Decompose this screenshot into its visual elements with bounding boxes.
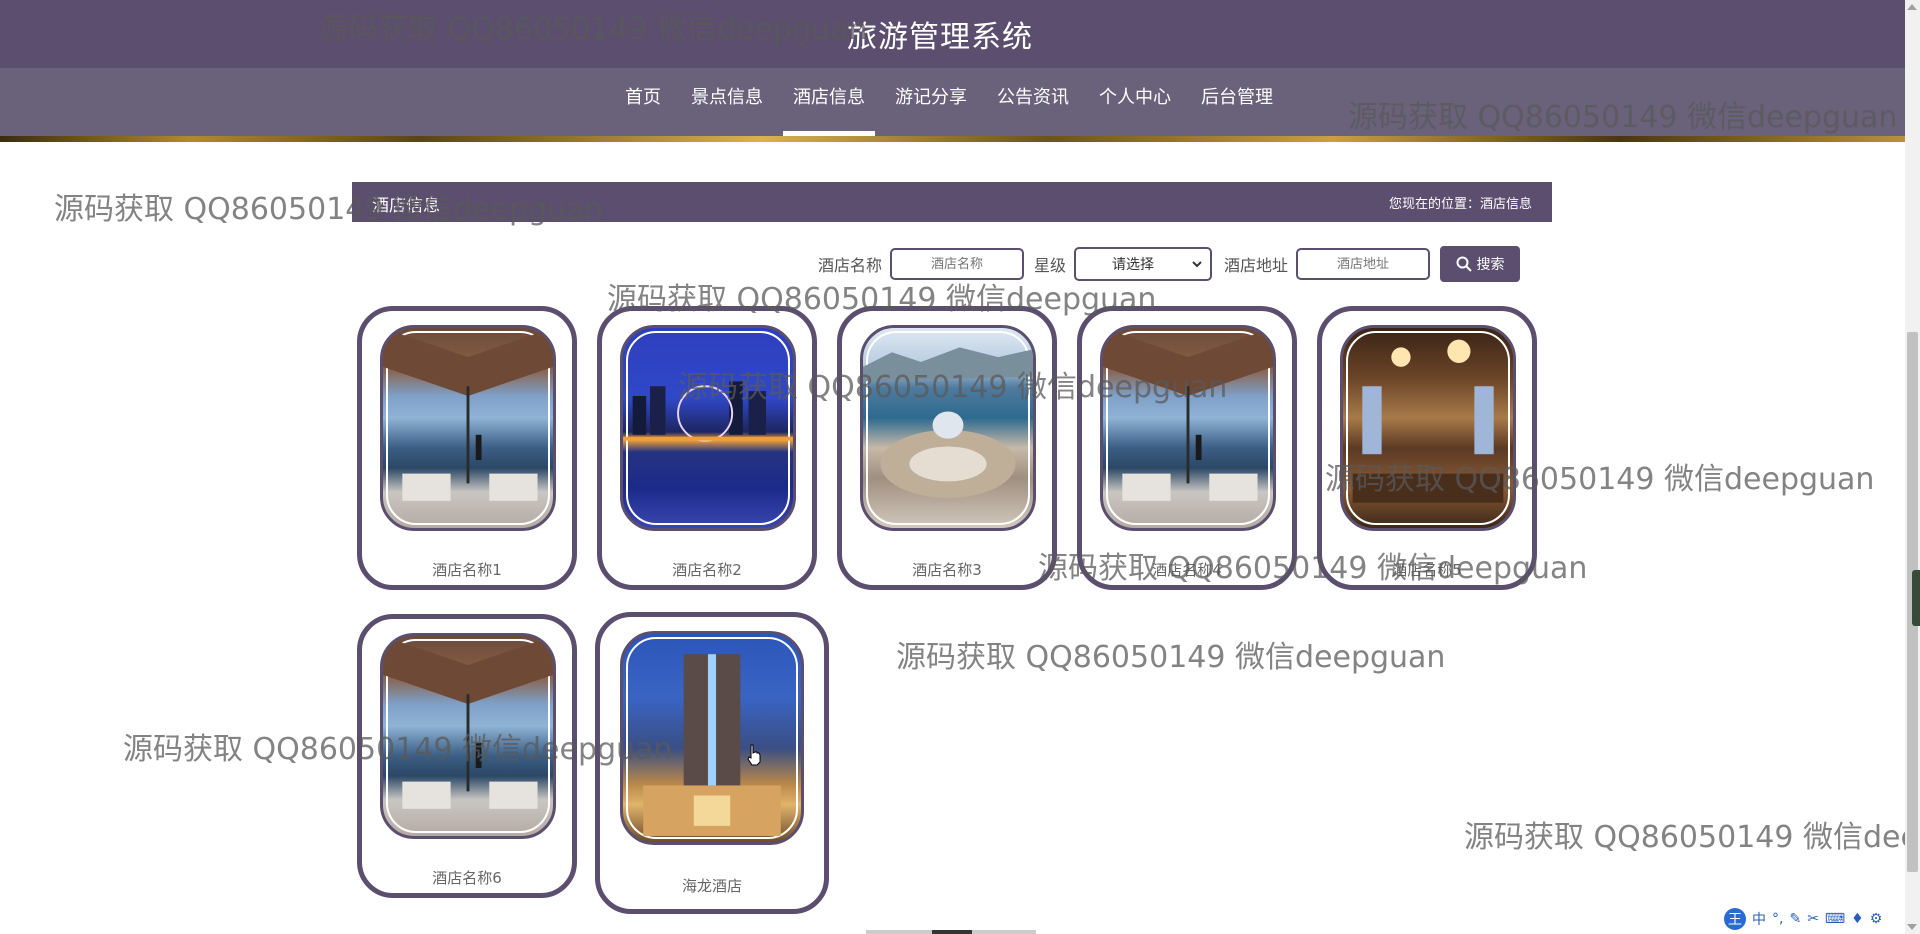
- ime-mode-toggle[interactable]: 中: [1752, 909, 1766, 929]
- nav-item-hotels[interactable]: 酒店信息: [783, 68, 875, 136]
- breadcrumb: 您现在的位置：酒店信息: [1388, 197, 1532, 212]
- hotel-image[interactable]: [620, 631, 804, 845]
- hotel-name-input[interactable]: [890, 248, 1025, 280]
- lobby-photo: [1352, 339, 1504, 503]
- nav-item-personal-center[interactable]: 个人中心: [1089, 68, 1181, 136]
- search-button-label: 搜索: [1476, 257, 1505, 273]
- hotel-image[interactable]: [380, 325, 556, 531]
- hand-cursor-icon: [747, 744, 761, 766]
- watermark: 源码获取 QQ86050149 微信deepguan: [896, 640, 1446, 675]
- star-select[interactable]: 请选择: [1074, 247, 1213, 281]
- hotel-name-label: 酒店名称: [818, 256, 883, 275]
- hotel-address-input[interactable]: [1296, 248, 1431, 280]
- city-night-photo: [623, 381, 793, 442]
- star-label: 星级: [1034, 256, 1067, 275]
- ime-settings-icon[interactable]: ⚙: [1870, 911, 1883, 927]
- vertical-scrollbar[interactable]: [1905, 0, 1920, 934]
- hotel-name: 酒店名称3: [912, 561, 982, 579]
- side-widget-tab[interactable]: [1912, 570, 1920, 626]
- scroll-down-arrow-icon[interactable]: [1907, 924, 1917, 930]
- search-button[interactable]: 搜索: [1440, 246, 1521, 282]
- hotel-image[interactable]: [620, 325, 796, 531]
- header-bar: 旅游管理系统: [0, 0, 1905, 68]
- star-select-value: 请选择: [1112, 257, 1155, 273]
- main-nav: 首页 景点信息 酒店信息 游记分享 公告资讯 个人中心 后台管理: [0, 68, 1905, 136]
- chevron-down-icon: [1192, 261, 1202, 268]
- nav-item-attractions[interactable]: 景点信息: [681, 68, 773, 136]
- hotel-name: 酒店名称6: [432, 869, 502, 887]
- site-title: 旅游管理系统: [847, 20, 1033, 55]
- hotel-card[interactable]: 酒店名称5: [1317, 306, 1537, 590]
- hotel-card[interactable]: 酒店名称3: [837, 306, 1057, 590]
- ime-punctuation-icon[interactable]: °,: [1772, 911, 1783, 927]
- hotel-name: 酒店名称1: [432, 561, 502, 579]
- hotel-name: 酒店名称4: [1152, 561, 1222, 579]
- scroll-up-arrow-icon[interactable]: [1907, 4, 1917, 10]
- hotel-card[interactable]: 酒店名称4: [1077, 306, 1297, 590]
- ime-skin-icon[interactable]: ♦: [1851, 911, 1864, 927]
- aerial-resort-photo: [863, 347, 1033, 498]
- hotel-name: 海龙酒店: [681, 877, 742, 895]
- hotel-card-hovered[interactable]: 海龙酒店: [595, 612, 829, 914]
- hotel-card[interactable]: 酒店名称2: [597, 306, 817, 590]
- hotel-name: 酒店名称2: [672, 561, 742, 579]
- nav-item-announcements[interactable]: 公告资讯: [987, 68, 1079, 136]
- nav-item-travel-notes[interactable]: 游记分享: [885, 68, 977, 136]
- nav-item-admin[interactable]: 后台管理: [1191, 68, 1283, 136]
- pagination-current[interactable]: [932, 930, 972, 934]
- villa-photo: [383, 328, 553, 501]
- hotel-image[interactable]: [380, 633, 556, 839]
- ime-toolbar: 王 中 °, ✎ ✂ ⌨ ♦ ⚙: [1724, 908, 1882, 930]
- search-icon: [1456, 256, 1472, 272]
- hotel-card[interactable]: 酒店名称6: [357, 614, 577, 898]
- hotel-image[interactable]: [1100, 325, 1276, 531]
- ime-pen-icon[interactable]: ✎: [1789, 911, 1801, 927]
- hotel-name: 酒店名称5: [1392, 561, 1462, 579]
- ime-keyboard-icon[interactable]: ⌨: [1825, 911, 1845, 927]
- villa-photo: [383, 636, 553, 809]
- tower-hotel-photo: [643, 654, 781, 836]
- hotel-card[interactable]: 酒店名称1: [357, 306, 577, 590]
- section-header: 酒店信息 您现在的位置：酒店信息: [352, 182, 1552, 222]
- watermark: 源码获取 QQ86050149 微信deepguan: [1464, 820, 1920, 855]
- hotel-image[interactable]: [860, 325, 1036, 531]
- hotel-address-label: 酒店地址: [1224, 256, 1289, 275]
- ime-scissors-icon[interactable]: ✂: [1807, 911, 1819, 927]
- search-form: 酒店名称 星级 请选择 酒店地址 搜索: [818, 246, 1521, 282]
- nav-item-home[interactable]: 首页: [615, 68, 671, 136]
- villa-photo: [1103, 328, 1273, 501]
- hotel-image[interactable]: [1340, 325, 1516, 531]
- banner-strip: [0, 136, 1905, 142]
- section-title: 酒店信息: [372, 196, 440, 216]
- ime-logo-icon[interactable]: 王: [1724, 908, 1746, 930]
